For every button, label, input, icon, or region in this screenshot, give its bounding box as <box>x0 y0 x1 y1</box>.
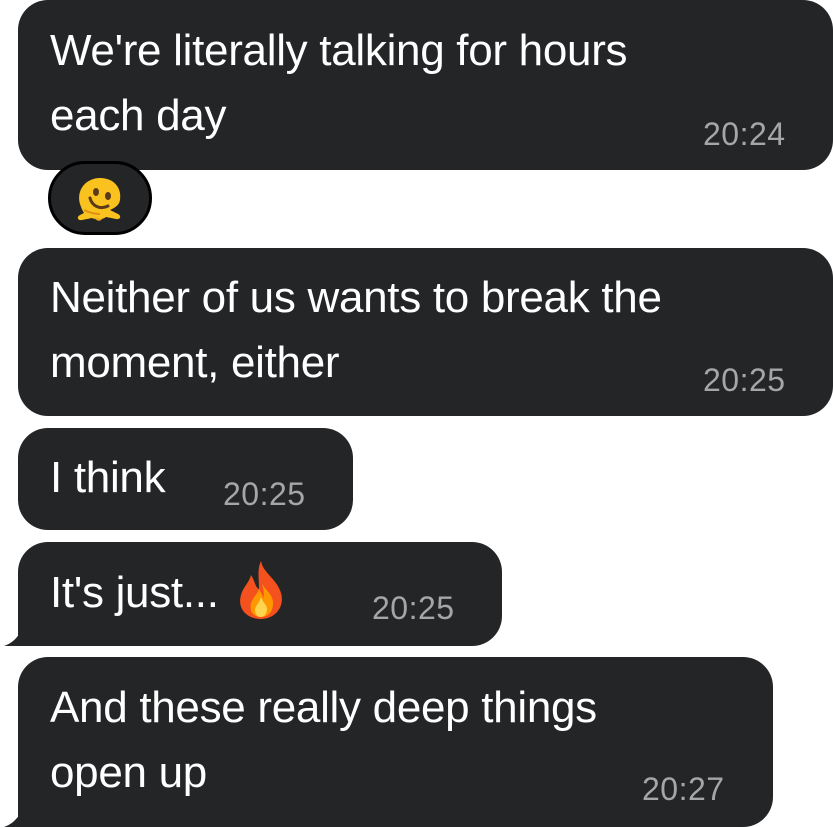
melting-face-emoji <box>77 178 121 221</box>
message-time: 20:25 <box>703 362 786 398</box>
message-text: I think <box>50 453 166 502</box>
bubble-tail <box>4 787 44 827</box>
message-time: 20:25 <box>223 476 306 512</box>
message-bubble[interactable]: Neither of us wants to break the moment,… <box>18 248 833 416</box>
message-time: 20:25 <box>372 590 455 626</box>
message-text: It's just... <box>50 560 289 625</box>
message-text: And these really deep things open up <box>50 683 597 797</box>
bubble-tail <box>4 606 44 646</box>
message-bubble[interactable]: I think 20:25 <box>18 428 353 530</box>
reaction-badge[interactable] <box>48 161 152 235</box>
message-text: Neither of us wants to break the moment,… <box>50 273 662 387</box>
message-time: 20:24 <box>703 116 786 152</box>
message-bubble[interactable]: It's just... 20:25 <box>4 542 502 646</box>
message-text: We're literally talking for hours each d… <box>50 26 628 140</box>
message-bubble[interactable]: And these really deep things open up 20:… <box>4 657 773 827</box>
fire-emoji <box>239 560 282 619</box>
message-time: 20:27 <box>642 771 725 807</box>
message-text-content: It's just... <box>50 568 219 617</box>
message-bubble[interactable]: We're literally talking for hours each d… <box>18 0 833 170</box>
